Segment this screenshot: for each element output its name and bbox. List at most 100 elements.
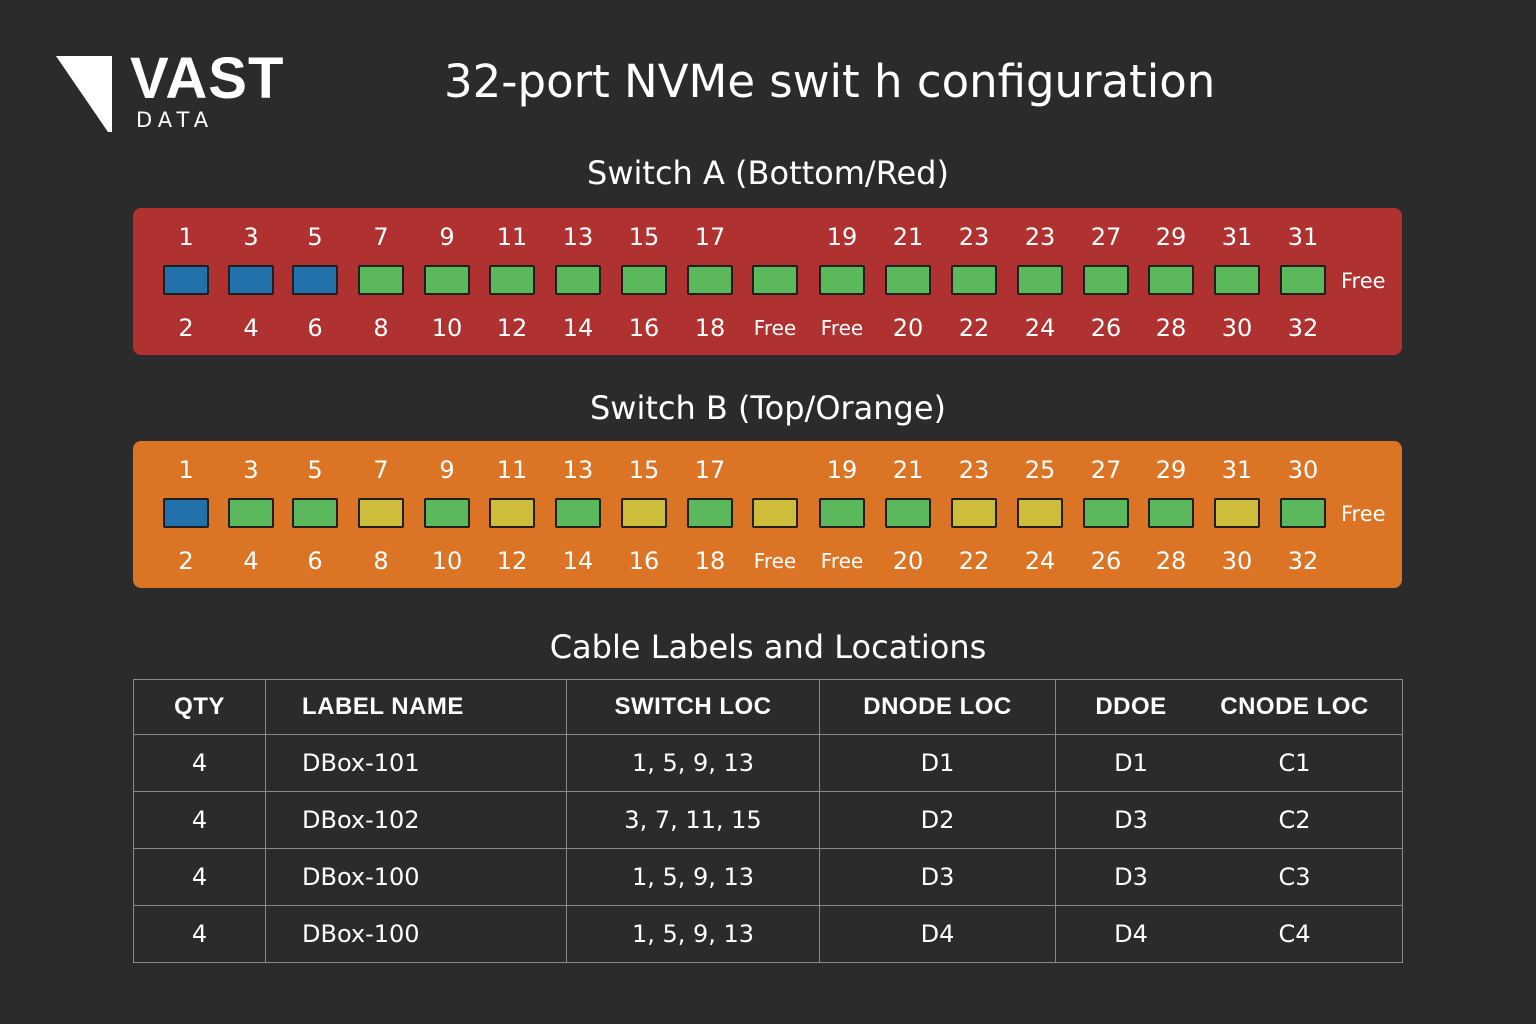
cell-dnode-loc: D2 <box>819 791 1056 849</box>
port-label-bottom: 28 <box>1155 547 1187 575</box>
cell-cnode-loc: C4 <box>1278 920 1311 948</box>
cell-dnode-loc: D4 <box>819 905 1056 963</box>
port-label-bottom: 20 <box>892 314 924 342</box>
switch-port <box>687 498 733 528</box>
header-ddoe-cnode: DDOE CNODE LOC <box>1055 679 1403 735</box>
table-header-row: QTY LABEL NAME SWITCH LOC DNODE LOC DDOE… <box>133 679 1403 735</box>
port-label-top: 7 <box>373 223 389 251</box>
switch-b-title: Switch B (Top/Orange) <box>589 389 947 427</box>
switch-port <box>555 498 601 528</box>
cell-dnode-loc: D3 <box>819 848 1056 906</box>
port-label-top: 17 <box>694 456 726 484</box>
port-label-top: 5 <box>307 456 323 484</box>
cell-switch-loc: 1, 5, 9, 13 <box>566 734 820 792</box>
header-qty: QTY <box>133 679 266 735</box>
port-label-top: 31 <box>1287 223 1319 251</box>
port-label-top: 9 <box>439 223 455 251</box>
header-label-name: LABEL NAME <box>265 679 567 735</box>
switch-port <box>621 265 667 295</box>
cell-qty: 4 <box>133 734 266 792</box>
port-label-top: 21 <box>892 456 924 484</box>
cell-switch-loc: 1, 5, 9, 13 <box>566 848 820 906</box>
cell-qty: 4 <box>133 791 266 849</box>
switch-port <box>1214 265 1260 295</box>
table-row: 4 DBox-101 1, 5, 9, 13 D1 D1 C1 <box>133 734 1403 792</box>
port-label-bottom: 10 <box>431 547 463 575</box>
cell-ddoe: D3 <box>1114 863 1148 891</box>
switch-a-title: Switch A (Bottom/Red) <box>587 154 949 192</box>
port-label-top: 23 <box>958 456 990 484</box>
cell-qty: 4 <box>133 848 266 906</box>
cell-ddoe: D3 <box>1114 806 1148 834</box>
switch-port <box>1280 498 1326 528</box>
switch-port <box>292 498 338 528</box>
port-label-bottom: 24 <box>1024 547 1056 575</box>
cell-ddoe: D4 <box>1114 920 1148 948</box>
port-label-top: 23 <box>1024 223 1056 251</box>
cell-label-name: DBox-101 <box>265 734 567 792</box>
port-label-bottom: 30 <box>1221 547 1253 575</box>
port-label-top: 11 <box>496 223 528 251</box>
port-label-bottom: 4 <box>243 314 259 342</box>
port-label-top: 11 <box>496 456 528 484</box>
table-row: 4 DBox-100 1, 5, 9, 13 D3 D3 C3 <box>133 848 1403 906</box>
logo-wordmark: VAST <box>130 46 285 111</box>
port-label-bottom: 32 <box>1287 314 1319 342</box>
switch-port <box>951 265 997 295</box>
switch-port <box>358 265 404 295</box>
free-side-label: Free <box>1341 269 1386 293</box>
port-label-bottom: 16 <box>628 314 660 342</box>
port-label-top: 17 <box>694 223 726 251</box>
switch-a-panel: 1 2 3 4 5 6 7 8 9 10 11 12 13 14 15 16 17 18 Free 19 Free 21 2… <box>133 208 1402 355</box>
port-label-top: 19 <box>826 223 858 251</box>
port-label-bottom: 32 <box>1287 547 1319 575</box>
port-label-top: 25 <box>1024 456 1056 484</box>
port-label-bottom: 10 <box>431 314 463 342</box>
port-label-bottom: 6 <box>307 547 323 575</box>
table-title: Cable Labels and Locations <box>549 628 987 666</box>
cell-cnode-loc: C2 <box>1278 806 1311 834</box>
cell-ddoe-cnode: D1 C1 <box>1055 734 1403 792</box>
port-label-bottom: 26 <box>1090 547 1122 575</box>
switch-port <box>1148 498 1194 528</box>
cell-label-name: DBox-100 <box>265 848 567 906</box>
port-label-top: 23 <box>958 223 990 251</box>
switch-port <box>1083 498 1129 528</box>
port-label-top: 9 <box>439 456 455 484</box>
port-label-top: 1 <box>178 223 194 251</box>
port-label-bottom: 28 <box>1155 314 1187 342</box>
port-label-top: 3 <box>243 456 259 484</box>
port-label-bottom: 12 <box>496 314 528 342</box>
port-label-top: 29 <box>1155 456 1187 484</box>
port-label-top: 1 <box>178 456 194 484</box>
cell-switch-loc: 1, 5, 9, 13 <box>566 905 820 963</box>
switch-port <box>1083 265 1129 295</box>
port-label-top: 21 <box>892 223 924 251</box>
port-label-top: 13 <box>562 456 594 484</box>
switch-port <box>358 498 404 528</box>
switch-port <box>163 265 209 295</box>
port-label-top: 30 <box>1287 456 1319 484</box>
switch-port <box>885 498 931 528</box>
switch-port <box>885 265 931 295</box>
header-ddoe: DDOE <box>1095 693 1167 720</box>
port-label-top: 27 <box>1090 223 1122 251</box>
switch-port <box>1148 265 1194 295</box>
port-label-bottom: 8 <box>373 547 389 575</box>
port-label-bottom: 14 <box>562 314 594 342</box>
switch-port <box>555 265 601 295</box>
switch-port <box>228 498 274 528</box>
logo-subtext: DATA <box>136 108 215 132</box>
switch-port <box>424 265 470 295</box>
cell-label-name: DBox-102 <box>265 791 567 849</box>
port-label-bottom: Free <box>753 549 797 573</box>
port-label-bottom: 14 <box>562 547 594 575</box>
header-dnode-loc: DNODE LOC <box>819 679 1056 735</box>
port-label-bottom: 18 <box>694 314 726 342</box>
port-label-bottom: 6 <box>307 314 323 342</box>
port-label-top: 19 <box>826 456 858 484</box>
switch-port <box>1280 265 1326 295</box>
switch-port <box>424 498 470 528</box>
port-label-bottom: 20 <box>892 547 924 575</box>
switch-port <box>163 498 209 528</box>
